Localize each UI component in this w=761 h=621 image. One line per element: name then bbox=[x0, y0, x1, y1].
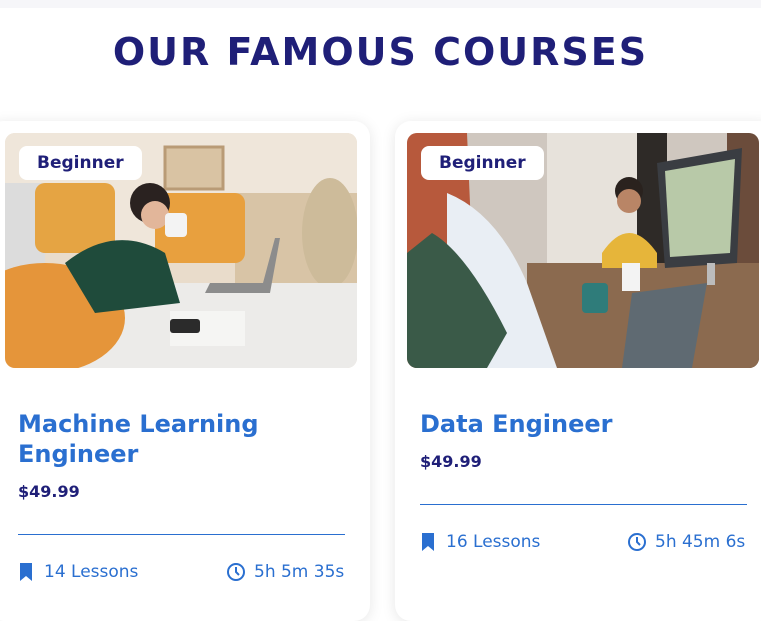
level-badge: Beginner bbox=[19, 146, 142, 180]
course-image[interactable]: Beginner bbox=[5, 133, 357, 368]
course-price: $49.99 bbox=[420, 452, 482, 471]
course-title[interactable]: Machine Learning Engineer bbox=[18, 409, 348, 469]
clock-icon bbox=[227, 563, 245, 581]
bookmark-icon bbox=[20, 563, 32, 581]
clock-icon bbox=[628, 533, 646, 551]
section-title: OUR FAMOUS COURSES bbox=[112, 30, 649, 74]
course-title[interactable]: Data Engineer bbox=[420, 409, 750, 439]
lessons-label: 14 Lessons bbox=[44, 562, 139, 582]
course-title-line-1: Machine Learning bbox=[18, 410, 259, 438]
course-price: $49.99 bbox=[18, 482, 80, 501]
course-duration: 5h 45m 6s bbox=[627, 532, 745, 552]
duration-label: 5h 5m 35s bbox=[254, 562, 345, 582]
course-card-machine-learning[interactable]: Beginner Machine Learning Engineer $49.9… bbox=[0, 121, 370, 621]
course-image[interactable]: Beginner bbox=[407, 133, 759, 368]
top-strip bbox=[0, 0, 761, 8]
course-duration: 5h 5m 35s bbox=[226, 562, 344, 582]
level-badge: Beginner bbox=[421, 146, 544, 180]
course-card-data-engineer[interactable]: Beginner Data Engineer $49.99 16 Lessons… bbox=[395, 121, 761, 621]
card-divider bbox=[18, 534, 345, 535]
lessons-count: 16 Lessons bbox=[418, 532, 540, 552]
card-divider bbox=[420, 504, 747, 505]
course-title-line-1: Data Engineer bbox=[420, 410, 613, 438]
lessons-label: 16 Lessons bbox=[446, 532, 541, 552]
lessons-count: 14 Lessons bbox=[16, 562, 138, 582]
bookmark-icon bbox=[422, 533, 434, 551]
duration-label: 5h 45m 6s bbox=[655, 532, 746, 552]
course-title-line-2: Engineer bbox=[18, 440, 139, 468]
